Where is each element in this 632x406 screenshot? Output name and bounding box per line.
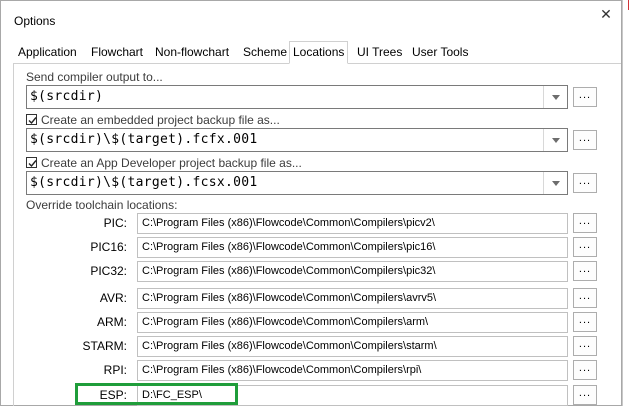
compiler-output-browse-button[interactable]: ... [573, 87, 597, 107]
chevron-down-icon[interactable] [543, 86, 567, 108]
toolchain-path-starm[interactable]: C:\Program Files (x86)\Flowcode\Common\C… [137, 336, 568, 357]
tab-user-tools[interactable]: User Tools [409, 44, 471, 63]
toolchain-label-rpi: RPI: [103, 363, 127, 377]
toolchain-label-pic32: PIC32: [90, 264, 127, 278]
toolchains-heading: Override toolchain locations: [26, 198, 178, 212]
toolchain-path-avr[interactable]: C:\Program Files (x86)\Flowcode\Common\C… [137, 288, 568, 309]
toolchain-label-avr: AVR: [99, 291, 127, 305]
toolchain-path-pic32[interactable]: C:\Program Files (x86)\Flowcode\Common\C… [137, 261, 568, 282]
toolchain-browse-button-starm[interactable]: ... [573, 336, 597, 356]
esp-highlight-box [75, 383, 238, 405]
toolchain-label-pic: PIC: [103, 216, 127, 230]
tab-non-flowchart[interactable]: Non-flowchart [152, 44, 232, 63]
toolchain-browse-button-avr[interactable]: ... [573, 288, 597, 308]
tab-application[interactable]: Application [15, 44, 80, 63]
background-window-red-mark [628, 0, 629, 10]
compiler-output-combo[interactable]: $(srcdir) [26, 85, 568, 109]
toolchain-browse-button-pic32[interactable]: ... [573, 261, 597, 281]
toolchain-path-pic32-text[interactable]: C:\Program Files (x86)\Flowcode\Common\C… [142, 265, 435, 277]
toolchain-label-pic16: PIC16: [90, 240, 127, 254]
app-dev-backup-value[interactable]: $(srcdir)\$(target).fcsx.001 [30, 175, 258, 190]
compiler-output-label: Send compiler output to... [26, 70, 163, 84]
embedded-backup-browse-button[interactable]: ... [573, 130, 597, 150]
toolchain-path-pic16-text[interactable]: C:\Program Files (x86)\Flowcode\Common\C… [142, 241, 435, 253]
embedded-backup-combo[interactable]: $(srcdir)\$(target).fcfx.001 [26, 128, 568, 152]
toolchain-path-pic16[interactable]: C:\Program Files (x86)\Flowcode\Common\C… [137, 237, 568, 258]
tab-scheme[interactable]: Scheme [240, 44, 290, 63]
toolchain-browse-button-rpi[interactable]: ... [573, 360, 597, 380]
app-dev-backup-browse-button[interactable]: ... [573, 173, 597, 193]
checkmark-icon [28, 160, 37, 168]
app-dev-backup-checkbox[interactable] [26, 157, 37, 168]
close-icon[interactable]: ✕ [595, 5, 617, 25]
toolchain-browse-button-esp[interactable]: ... [573, 385, 597, 405]
app-dev-backup-label[interactable]: Create an App Developer project backup f… [41, 156, 302, 170]
toolchain-label-starm: STARM: [82, 339, 127, 353]
embedded-backup-checkbox[interactable] [26, 114, 37, 125]
dialog-title: Options [14, 14, 56, 28]
toolchain-path-starm-text[interactable]: C:\Program Files (x86)\Flowcode\Common\C… [142, 340, 437, 352]
embedded-backup-label[interactable]: Create an embedded project backup file a… [41, 113, 280, 127]
tab-ui-trees[interactable]: UI Trees [354, 44, 405, 63]
toolchain-path-rpi-text[interactable]: C:\Program Files (x86)\Flowcode\Common\C… [142, 364, 421, 376]
embedded-backup-value[interactable]: $(srcdir)\$(target).fcfx.001 [30, 132, 258, 147]
toolchain-browse-button-pic[interactable]: ... [573, 213, 597, 233]
toolchain-path-avr-text[interactable]: C:\Program Files (x86)\Flowcode\Common\C… [142, 292, 436, 304]
toolchain-path-arm[interactable]: C:\Program Files (x86)\Flowcode\Common\C… [137, 312, 568, 333]
toolchain-path-pic-text[interactable]: C:\Program Files (x86)\Flowcode\Common\C… [142, 217, 435, 229]
toolchain-path-rpi[interactable]: C:\Program Files (x86)\Flowcode\Common\C… [137, 360, 568, 381]
chevron-down-icon[interactable] [543, 129, 567, 151]
toolchain-path-arm-text[interactable]: C:\Program Files (x86)\Flowcode\Common\C… [142, 316, 428, 328]
toolchain-browse-button-arm[interactable]: ... [573, 312, 597, 332]
toolchain-label-arm: ARM: [97, 315, 127, 329]
toolchain-path-pic[interactable]: C:\Program Files (x86)\Flowcode\Common\C… [137, 213, 568, 234]
compiler-output-value[interactable]: $(srcdir) [30, 89, 103, 104]
chevron-down-icon[interactable] [543, 172, 567, 194]
background-window-right-edge [622, 0, 632, 406]
title-bar[interactable]: Options ✕ [1, 1, 621, 35]
tab-locations[interactable]: Locations [289, 41, 349, 64]
toolchain-browse-button-pic16[interactable]: ... [573, 237, 597, 257]
options-dialog: Options ✕ Application Flowchart Non-flow… [0, 0, 622, 406]
app-dev-backup-combo[interactable]: $(srcdir)\$(target).fcsx.001 [26, 171, 568, 195]
tab-flowchart[interactable]: Flowchart [88, 44, 146, 63]
checkmark-icon [28, 117, 37, 125]
